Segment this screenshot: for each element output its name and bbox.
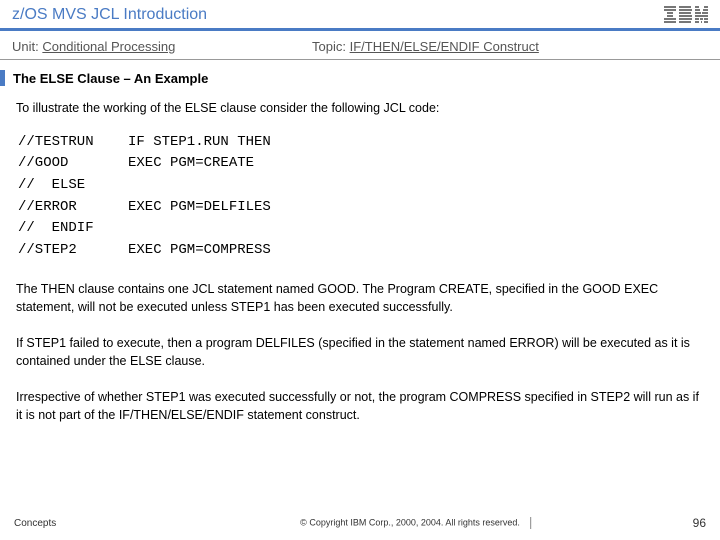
- code-col1: //TESTRUN: [18, 132, 128, 154]
- accent-bar: [0, 70, 5, 86]
- footer-page-number: 96: [693, 516, 706, 530]
- topic-block: Topic: IF/THEN/ELSE/ENDIF Construct: [312, 39, 708, 54]
- footer-divider: [530, 517, 531, 529]
- unit-value: Conditional Processing: [42, 39, 175, 54]
- paragraph-2: If STEP1 failed to execute, then a progr…: [16, 334, 704, 370]
- unit-label: Unit:: [12, 39, 39, 54]
- topic-label: Topic:: [312, 39, 346, 54]
- code-col1: // ENDIF: [18, 218, 128, 240]
- footer-left: Concepts: [14, 518, 56, 529]
- code-col1: //ERROR: [18, 197, 128, 219]
- code-col2: EXEC PGM=DELFILES: [128, 197, 271, 219]
- code-row: //ERROR EXEC PGM=DELFILES: [18, 197, 704, 219]
- code-row: //GOOD EXEC PGM=CREATE: [18, 153, 704, 175]
- code-col2: EXEC PGM=CREATE: [128, 153, 254, 175]
- code-col2: EXEC PGM=COMPRESS: [128, 240, 271, 262]
- paragraph-3: Irrespective of whether STEP1 was execut…: [16, 388, 704, 424]
- section-title-wrap: The ELSE Clause – An Example: [0, 70, 720, 86]
- footer-center: © Copyright IBM Corp., 2000, 2004. All r…: [300, 517, 539, 529]
- unit-block: Unit: Conditional Processing: [12, 39, 312, 54]
- page-title: z/OS MVS JCL Introduction: [12, 6, 207, 24]
- ibm-logo: [664, 6, 708, 24]
- title-bar: z/OS MVS JCL Introduction: [0, 0, 720, 31]
- code-col2: IF STEP1.RUN THEN: [128, 132, 271, 154]
- footer: Concepts © Copyright IBM Corp., 2000, 20…: [0, 516, 720, 530]
- code-row: //TESTRUN IF STEP1.RUN THEN: [18, 132, 704, 154]
- code-row: //STEP2 EXEC PGM=COMPRESS: [18, 240, 704, 262]
- code-col1: // ELSE: [18, 175, 128, 197]
- footer-copyright: © Copyright IBM Corp., 2000, 2004. All r…: [300, 517, 520, 527]
- paragraph-1: The THEN clause contains one JCL stateme…: [16, 280, 704, 316]
- intro-text: To illustrate the working of the ELSE cl…: [16, 100, 704, 118]
- topic-value: IF/THEN/ELSE/ENDIF Construct: [350, 39, 539, 54]
- section-title: The ELSE Clause – An Example: [13, 71, 208, 86]
- subheader: Unit: Conditional Processing Topic: IF/T…: [0, 31, 720, 60]
- code-col1: //STEP2: [18, 240, 128, 262]
- code-row: // ENDIF: [18, 218, 704, 240]
- code-row: // ELSE: [18, 175, 704, 197]
- jcl-code-block: //TESTRUN IF STEP1.RUN THEN //GOOD EXEC …: [18, 132, 704, 262]
- code-col1: //GOOD: [18, 153, 128, 175]
- content-area: To illustrate the working of the ELSE cl…: [0, 100, 720, 424]
